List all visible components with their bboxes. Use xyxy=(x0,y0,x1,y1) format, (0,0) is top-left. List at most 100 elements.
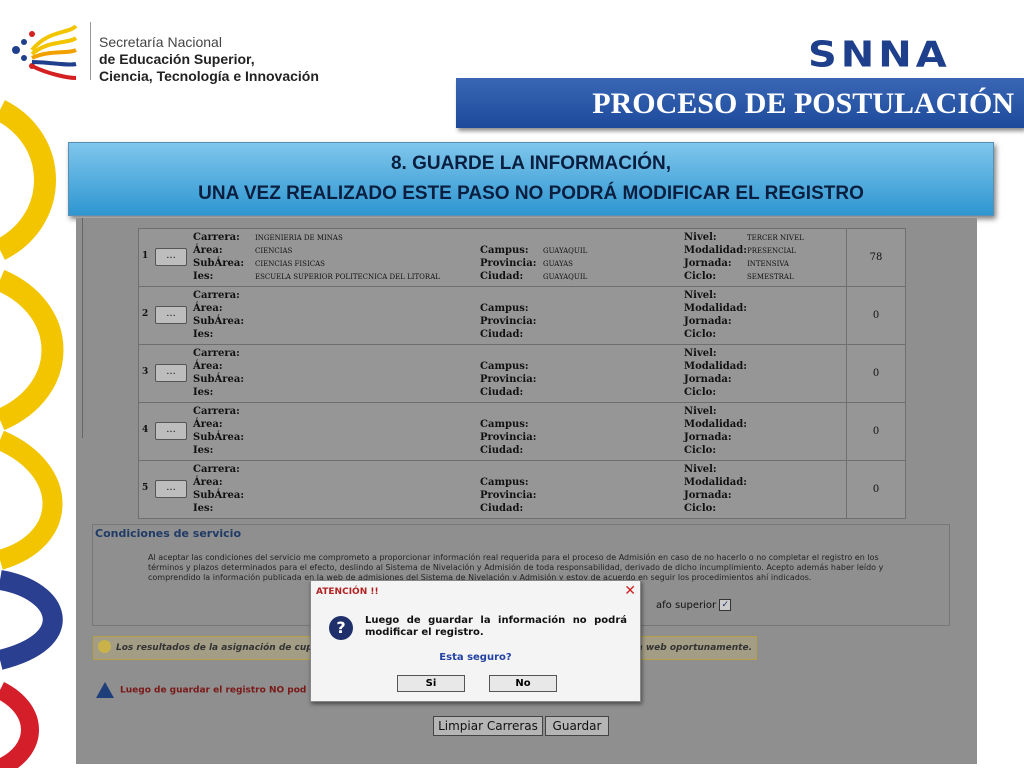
select-career-button[interactable]: ... xyxy=(155,422,187,440)
label-ciudad: Ciudad: xyxy=(480,387,524,398)
label-ies: Ies: xyxy=(193,329,214,340)
label-carrera: Carrera: xyxy=(193,406,240,417)
label-campus: Campus: xyxy=(480,303,529,314)
logo-line-3: Ciencia, Tecnología e Innovación xyxy=(99,68,319,84)
close-icon[interactable]: ✕ xyxy=(624,583,636,599)
process-title-bar: PROCESO DE POSTULACIÓN xyxy=(456,78,1024,128)
value-subarea: CIENCIAS FISICAS xyxy=(255,260,325,268)
logo-text: Secretaría Nacional de Educación Superio… xyxy=(99,34,319,85)
label-provincia: Provincia: xyxy=(480,490,537,501)
label-modalidad: Modalidad: xyxy=(684,303,747,314)
label-campus: Campus: xyxy=(480,245,529,256)
value-provincia: GUAYAS xyxy=(543,260,573,268)
label-subarea: SubÁrea: xyxy=(193,374,245,385)
label-nivel: Nivel: xyxy=(684,406,717,417)
conditions-title: Condiciones de servicio xyxy=(95,527,242,540)
label-carrera: Carrera: xyxy=(193,348,240,359)
label-area: Área: xyxy=(193,361,223,372)
label-nivel: Nivel: xyxy=(684,290,717,301)
value-carrera: INGENIERIA DE MINAS xyxy=(255,234,343,242)
label-area: Área: xyxy=(193,477,223,488)
info-text-left: Los resultados de la asignación de cupos xyxy=(116,643,325,653)
label-carrera: Carrera: xyxy=(193,290,240,301)
label-modalidad: Modalidad: xyxy=(684,419,747,430)
label-ies: Ies: xyxy=(193,387,214,398)
logo-dots-icon xyxy=(12,24,78,80)
logo-separator xyxy=(90,22,91,80)
label-modalidad: Modalidad: xyxy=(684,361,747,372)
snna-logo: SNNA xyxy=(808,34,951,76)
label-ies: Ies: xyxy=(193,503,214,514)
value-jornada: INTENSIVA xyxy=(747,260,789,268)
value-nivel: TERCER NIVEL xyxy=(747,234,804,242)
select-career-button[interactable]: ... xyxy=(155,306,187,324)
label-ciudad: Ciudad: xyxy=(480,445,524,456)
confirm-dialog: ATENCIÓN !! ✕ ? Luego de guardar la info… xyxy=(310,580,641,702)
row-number: 2 xyxy=(142,309,149,319)
row-number: 1 xyxy=(142,251,149,261)
label-provincia: Provincia: xyxy=(480,258,537,269)
career-row: 5 ... Carrera: Área: SubÁrea: Ies: Campu… xyxy=(138,460,906,519)
no-button[interactable]: No xyxy=(489,675,557,692)
value-modalidad: PRESENCIAL xyxy=(747,247,796,255)
value-area: CIENCIAS xyxy=(255,247,293,255)
row-score: 0 xyxy=(846,287,905,344)
label-modalidad: Modalidad: xyxy=(684,245,747,256)
step-line-2: UNA VEZ REALIZADO ESTE PASO NO PODRÁ MOD… xyxy=(198,183,864,204)
label-subarea: SubÁrea: xyxy=(193,490,245,501)
logo-line-1: Secretaría Nacional xyxy=(99,34,222,50)
dialog-title: ATENCIÓN !! xyxy=(316,587,379,597)
career-row: 1 ... Carrera: Área: SubÁrea: Ies: INGEN… xyxy=(138,228,906,287)
left-panel-edge xyxy=(76,218,83,438)
accept-conditions: afo superior ✓ xyxy=(656,599,732,611)
row-score: 0 xyxy=(846,461,905,518)
accept-checkbox[interactable]: ✓ xyxy=(719,599,732,611)
dialog-question: Esta seguro? xyxy=(439,652,512,663)
step-instruction-box: 8. GUARDE LA INFORMACIÓN, UNA VEZ REALIZ… xyxy=(68,142,994,216)
label-provincia: Provincia: xyxy=(480,432,537,443)
row-number: 3 xyxy=(142,367,149,377)
label-ies: Ies: xyxy=(193,445,214,456)
label-ciudad: Ciudad: xyxy=(480,329,524,340)
warning-icon xyxy=(96,682,114,698)
label-ies: Ies: xyxy=(193,271,214,282)
label-subarea: SubÁrea: xyxy=(193,258,245,269)
select-career-button[interactable]: ... xyxy=(155,480,187,498)
value-ciudad: GUAYAQUIL xyxy=(543,273,588,281)
label-ciclo: Ciclo: xyxy=(684,503,717,514)
application-screenshot: 1 ... Carrera: Área: SubÁrea: Ies: INGEN… xyxy=(76,218,977,764)
label-campus: Campus: xyxy=(480,419,529,430)
warning-text: Luego de guardar el registro NO pod xyxy=(120,685,307,696)
process-title: PROCESO DE POSTULACIÓN xyxy=(592,87,1014,120)
label-jornada: Jornada: xyxy=(684,316,732,327)
label-ciclo: Ciclo: xyxy=(684,329,717,340)
warning-notice: Luego de guardar el registro NO pod xyxy=(96,682,306,698)
label-jornada: Jornada: xyxy=(684,432,732,443)
label-area: Área: xyxy=(193,245,223,256)
label-ciclo: Ciclo: xyxy=(684,387,717,398)
row-number: 4 xyxy=(142,425,149,435)
value-ies: ESCUELA SUPERIOR POLITECNICA DEL LITORAL xyxy=(255,273,440,281)
select-career-button[interactable]: ... xyxy=(155,364,187,382)
value-campus: GUAYAQUIL xyxy=(543,247,588,255)
row-score: 78 xyxy=(846,229,905,286)
label-provincia: Provincia: xyxy=(480,316,537,327)
label-area: Área: xyxy=(193,419,223,430)
label-campus: Campus: xyxy=(480,477,529,488)
yes-button[interactable]: Si xyxy=(397,675,465,692)
info-icon xyxy=(98,640,111,653)
label-nivel: Nivel: xyxy=(684,348,717,359)
value-ciclo: SEMESTRAL xyxy=(747,273,794,281)
save-button[interactable]: Guardar xyxy=(545,716,609,736)
select-career-button[interactable]: ... xyxy=(155,248,187,266)
label-campus: Campus: xyxy=(480,361,529,372)
dialog-message: Luego de guardar la información no podrá… xyxy=(365,615,627,638)
label-area: Área: xyxy=(193,303,223,314)
label-nivel: Nivel: xyxy=(684,232,717,243)
career-row: 2 ... Carrera: Área: SubÁrea: Ies: Campu… xyxy=(138,286,906,345)
step-line-1: 8. GUARDE LA INFORMACIÓN, xyxy=(390,153,672,174)
label-provincia: Provincia: xyxy=(480,374,537,385)
label-jornada: Jornada: xyxy=(684,374,732,385)
clear-careers-button[interactable]: Limpiar Carreras xyxy=(433,716,543,736)
label-jornada: Jornada: xyxy=(684,490,732,501)
